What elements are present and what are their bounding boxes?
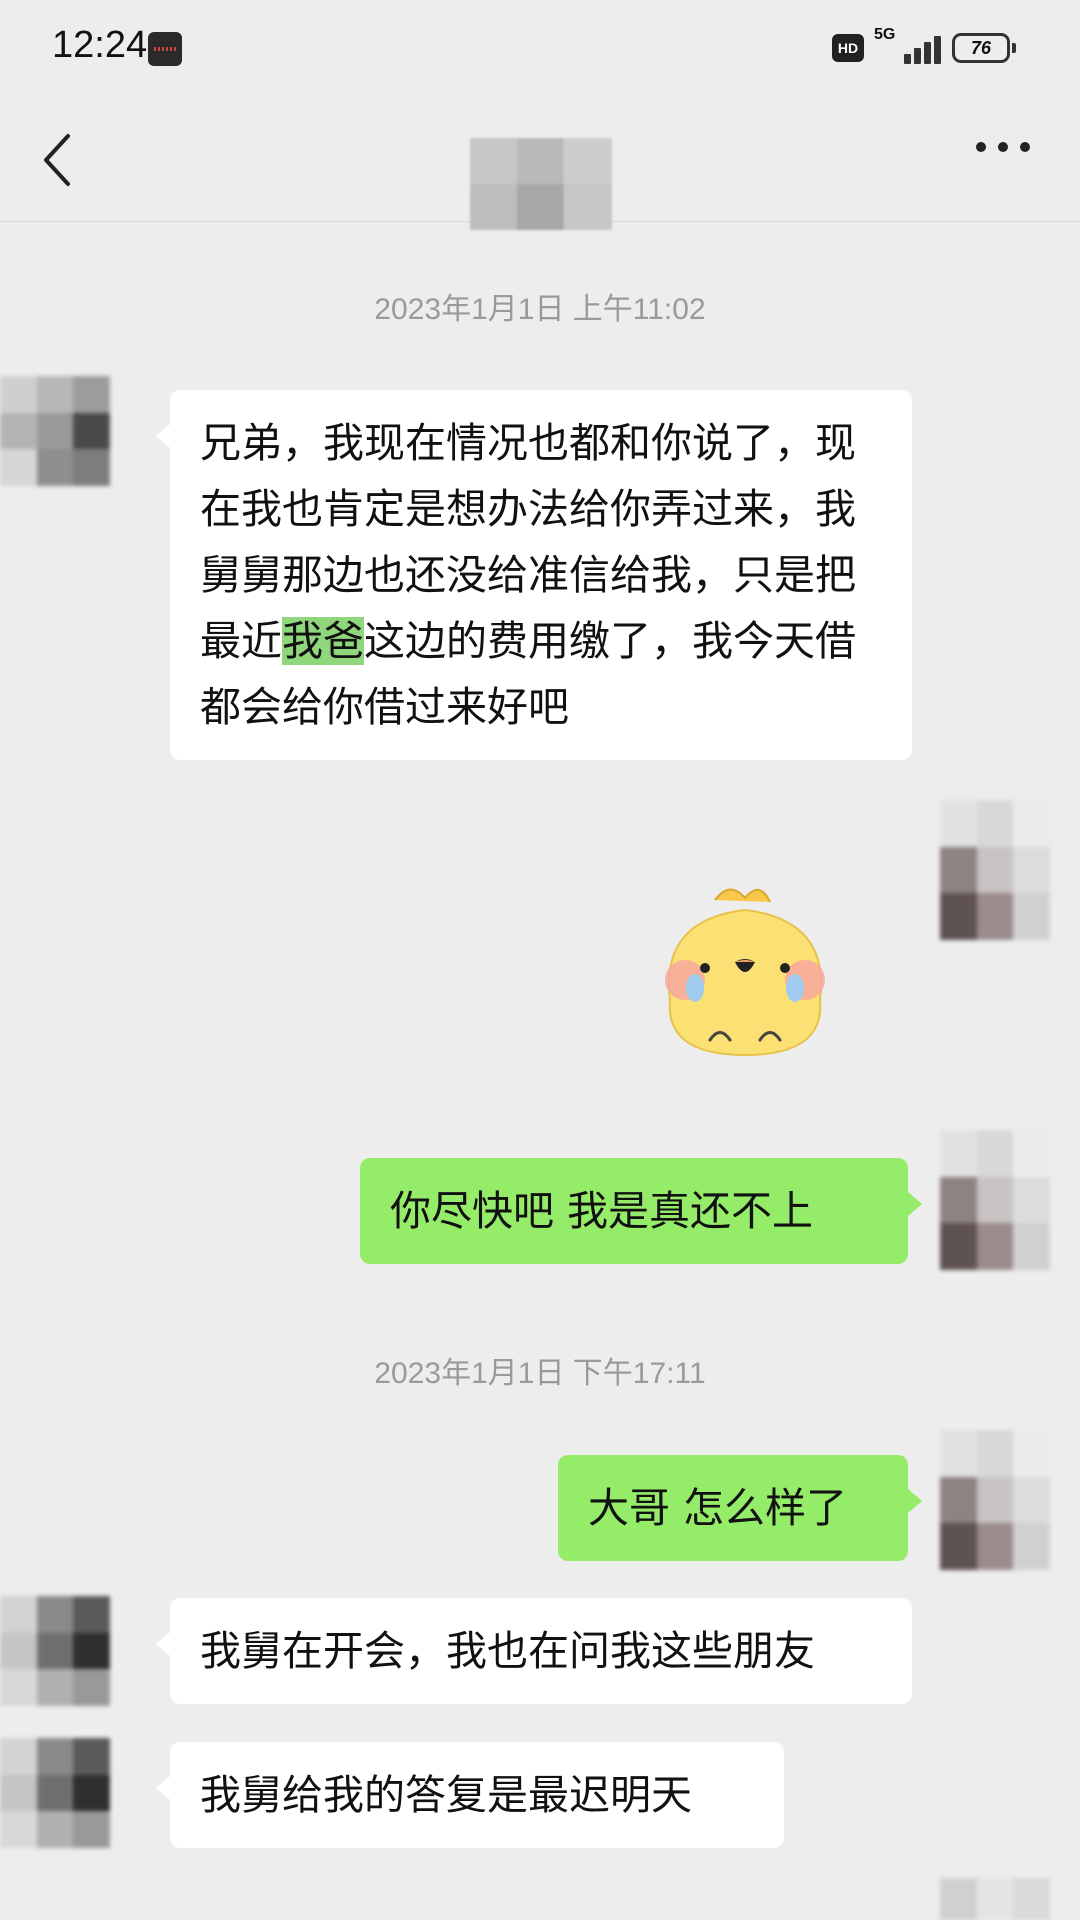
timestamp: 2023年1月1日 上午11:02 xyxy=(374,293,706,326)
message-text: 你尽快吧 我是真还不上 xyxy=(390,1187,814,1235)
message-text: 我舅在开会，我也在问我这些朋友 xyxy=(200,1627,815,1675)
my-avatar[interactable] xyxy=(940,1430,1050,1570)
cellular-signal-icon: 5G xyxy=(874,26,941,66)
network-type-label: 5G xyxy=(874,26,896,43)
contact-avatar[interactable] xyxy=(0,1596,110,1706)
message-bubble-incoming[interactable]: 兄弟，我现在情况也都和你说了，现在我也肯定是想办法给你弄过来，我舅舅那边也还没给… xyxy=(156,390,912,760)
my-avatar[interactable] xyxy=(940,1130,1050,1270)
my-avatar[interactable] xyxy=(940,800,1050,940)
message-text: 大哥 怎么样了 xyxy=(588,1484,848,1532)
contact-avatar[interactable] xyxy=(0,1738,110,1848)
contact-avatar[interactable] xyxy=(0,376,110,486)
contact-name-pixelated xyxy=(470,138,612,230)
status-bar: 12:24 HD 5G 76 xyxy=(0,0,1080,100)
more-options-icon[interactable] xyxy=(976,142,1030,156)
timestamp: 2023年1月1日 下午17:11 xyxy=(374,1357,706,1390)
message-text: 我舅给我的答复是最迟明天 xyxy=(200,1771,692,1819)
screen-recording-icon xyxy=(148,32,182,66)
battery-icon: 76 xyxy=(952,33,1016,63)
message-bubble-incoming[interactable]: 我舅在开会，我也在问我这些朋友 xyxy=(156,1598,912,1704)
status-time: 12:24 xyxy=(52,24,148,66)
crying-chick-sticker[interactable] xyxy=(650,880,840,1060)
hd-voice-icon: HD xyxy=(832,34,864,62)
highlighted-text: 我爸 xyxy=(282,617,364,665)
message-bubble-incoming[interactable]: 我舅给我的答复是最迟明天 xyxy=(156,1742,784,1848)
my-avatar[interactable] xyxy=(940,1878,1050,1920)
message-bubble-outgoing[interactable]: 大哥 怎么样了 xyxy=(558,1455,922,1561)
message-bubble-outgoing[interactable]: 你尽快吧 我是真还不上 xyxy=(360,1158,922,1264)
battery-level: 76 xyxy=(970,38,992,58)
back-chevron-icon[interactable] xyxy=(38,130,78,190)
chat-header xyxy=(0,100,1080,230)
